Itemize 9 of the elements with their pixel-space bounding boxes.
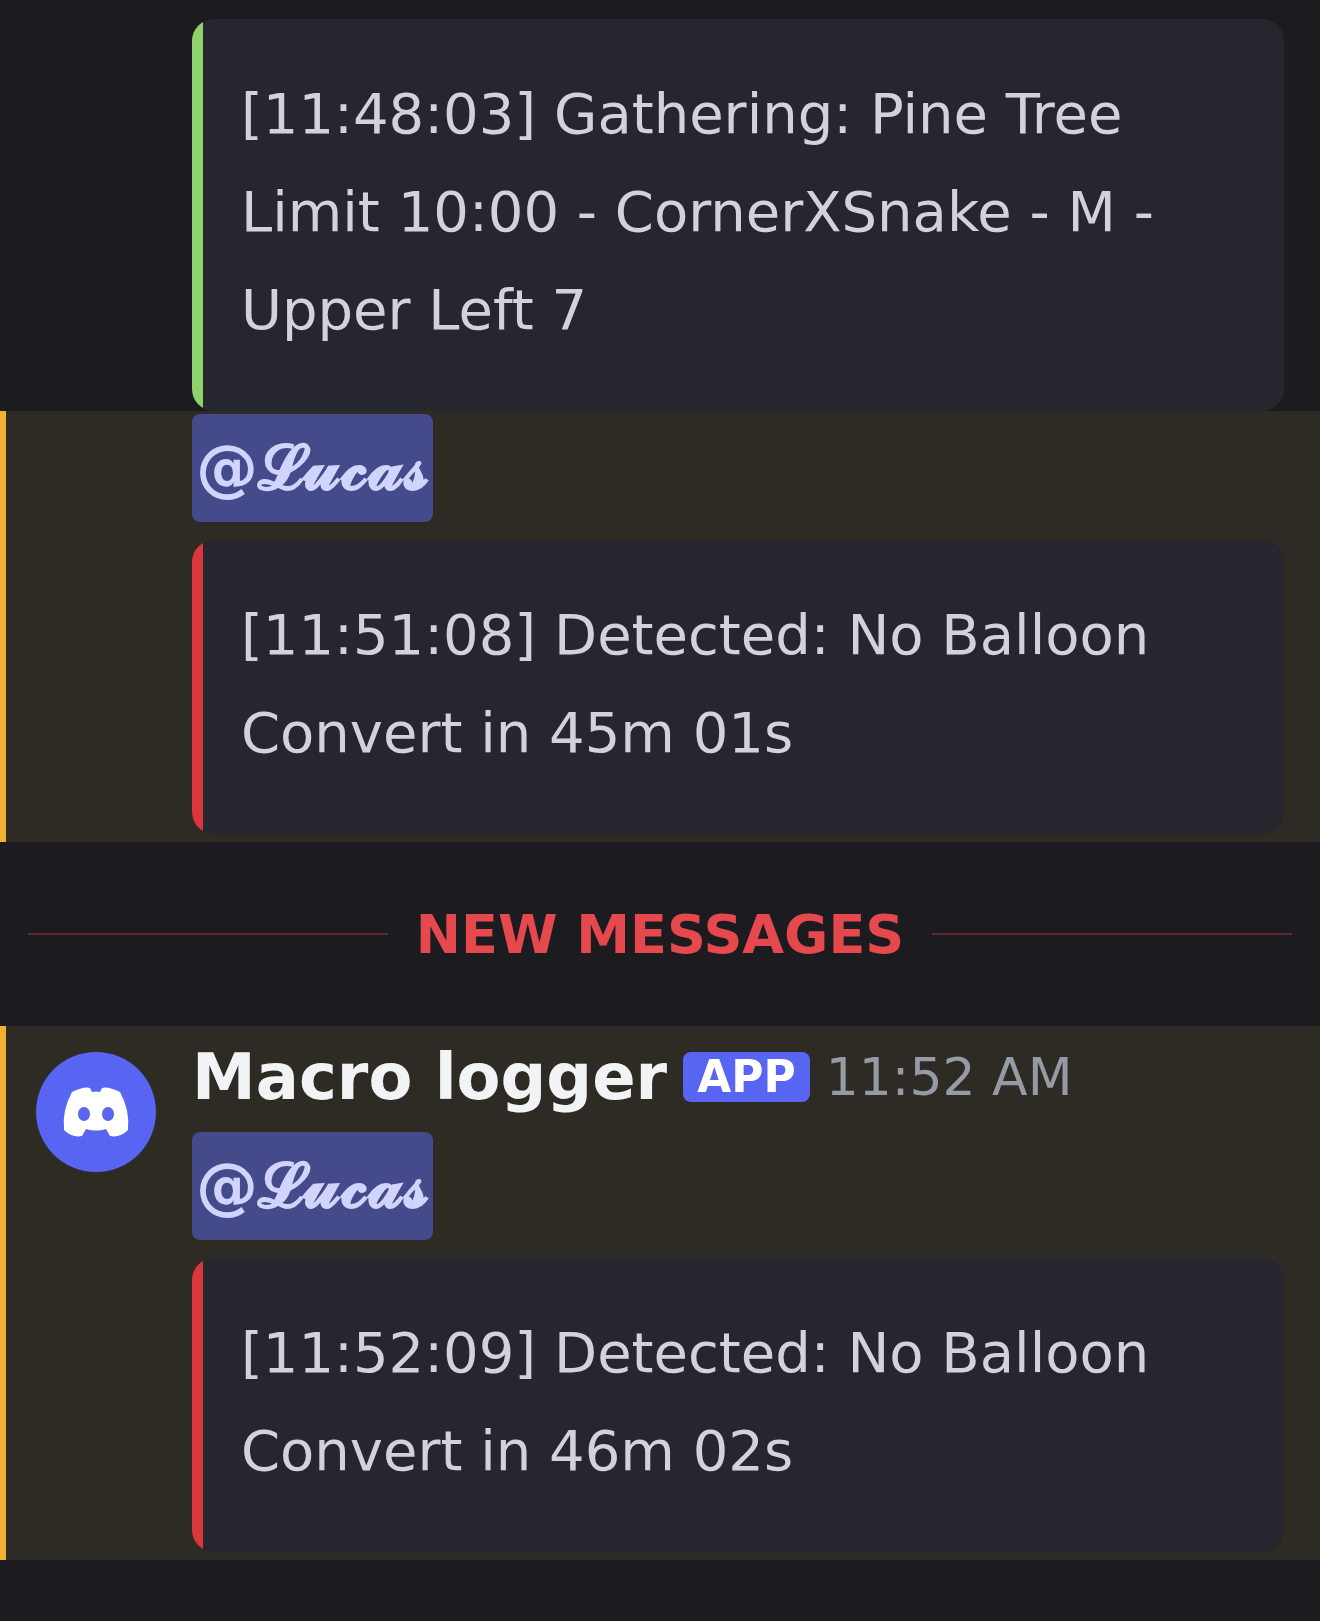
embed-text: [11:52:09] Detected: No Balloon Convert in 46m 02s bbox=[240, 1319, 1151, 1485]
embed-text: [11:48:03] Gathering: Pine Tree Limit 10:00 - CornerXSnake - M - Upper Left 7 bbox=[240, 80, 1155, 344]
new-messages-label: NEW MESSAGES bbox=[415, 902, 905, 966]
user-mention[interactable]: @𝓛𝓾𝓬𝓪𝓼 bbox=[192, 1132, 433, 1240]
user-mention[interactable]: @𝓛𝓾𝓬𝓪𝓼 bbox=[192, 414, 433, 522]
embed-text: [11:51:08] Detected: No Balloon Convert in 45m 01s bbox=[240, 601, 1151, 767]
app-badge: APP bbox=[683, 1052, 810, 1102]
author-name[interactable]: Macro logger bbox=[192, 1040, 668, 1114]
message-time: 11:52 AM bbox=[825, 1047, 1073, 1107]
